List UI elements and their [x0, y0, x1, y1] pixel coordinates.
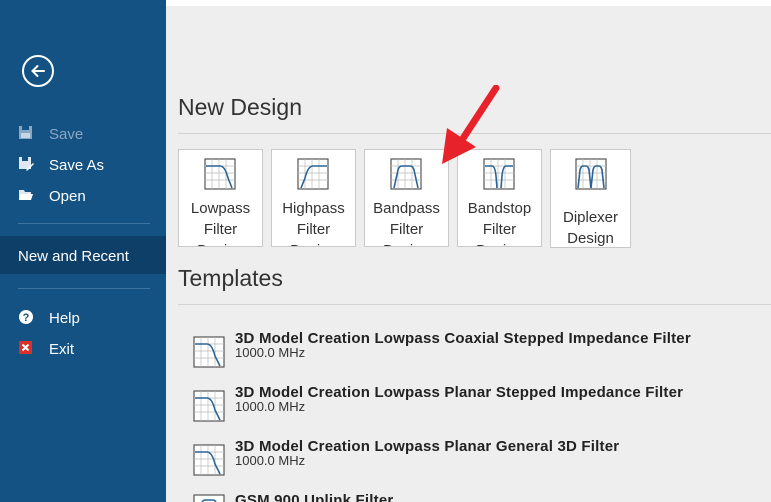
- tile-lowpass[interactable]: Lowpass Filter Design: [178, 149, 263, 247]
- back-arrow-icon: [31, 65, 45, 77]
- template-subtitle: 1000.0 MHz: [235, 453, 306, 468]
- bandpass-icon: [390, 158, 422, 190]
- menu-save-as[interactable]: Save As: [0, 152, 166, 180]
- template-item[interactable]: 3D Model Creation Lowpass Planar General…: [193, 438, 771, 478]
- sidebar-divider: [18, 223, 150, 224]
- menu-exit-label: Exit: [49, 341, 75, 358]
- template-item[interactable]: GSM 900 Uplink Filter: [193, 491, 771, 502]
- floppy-icon: [19, 126, 32, 139]
- folder-open-icon: [19, 190, 33, 200]
- diplexer-icon: [575, 158, 607, 190]
- tile-highpass[interactable]: Highpass Filter Design: [271, 149, 356, 247]
- templates-heading: Templates: [178, 265, 283, 291]
- save-as-icon: [19, 157, 34, 171]
- sidebar: Save Save As Open New and Recent ? Help: [0, 0, 166, 502]
- template-subtitle: 1000.0 MHz: [235, 345, 306, 360]
- lowpass-icon: [193, 336, 225, 368]
- new-design-heading: New Design: [178, 94, 302, 120]
- lowpass-icon: [204, 158, 236, 190]
- svg-text:?: ?: [23, 312, 30, 324]
- tile-bandpass-label: Bandpass Filter Design: [373, 200, 440, 246]
- template-title: GSM 900 Uplink Filter: [235, 492, 394, 502]
- lowpass-icon: [193, 390, 225, 422]
- menu-save[interactable]: Save: [0, 121, 166, 149]
- close-icon: [19, 341, 32, 354]
- lowpass-icon: [193, 444, 225, 476]
- tile-diplexer[interactable]: Diplexer Design: [550, 149, 631, 248]
- help-icon: ?: [19, 310, 33, 324]
- menu-exit[interactable]: Exit: [0, 336, 166, 364]
- sidebar-divider: [18, 288, 150, 289]
- template-subtitle: 1000.0 MHz: [235, 399, 306, 414]
- menu-new-and-recent[interactable]: New and Recent: [0, 236, 166, 274]
- annotation-arrow-icon: [442, 85, 500, 164]
- menu-help[interactable]: ? Help: [0, 305, 166, 333]
- highpass-icon: [297, 158, 329, 190]
- tile-lowpass-label: Lowpass Filter Design: [190, 200, 251, 246]
- tile-highpass-label: Highpass Filter Design: [282, 200, 345, 246]
- template-item[interactable]: 3D Model Creation Lowpass Coaxial Steppe…: [193, 330, 771, 370]
- template-item[interactable]: 3D Model Creation Lowpass Planar Stepped…: [193, 384, 771, 424]
- menu-open[interactable]: Open: [0, 183, 166, 211]
- tile-bandstop-label: Bandstop Filter Design: [467, 200, 532, 246]
- tile-diplexer-label: Diplexer Design: [562, 209, 619, 247]
- menu-new-and-recent-label: New and Recent: [18, 248, 129, 265]
- bandpass-icon: [193, 494, 225, 502]
- menu-open-label: Open: [49, 188, 86, 205]
- menu-save-as-label: Save As: [49, 157, 105, 174]
- menu-save-label: Save: [49, 126, 84, 143]
- main-panel: [166, 6, 771, 502]
- templates-divider: [178, 304, 771, 305]
- back-button[interactable]: [22, 55, 54, 87]
- menu-help-label: Help: [49, 310, 80, 327]
